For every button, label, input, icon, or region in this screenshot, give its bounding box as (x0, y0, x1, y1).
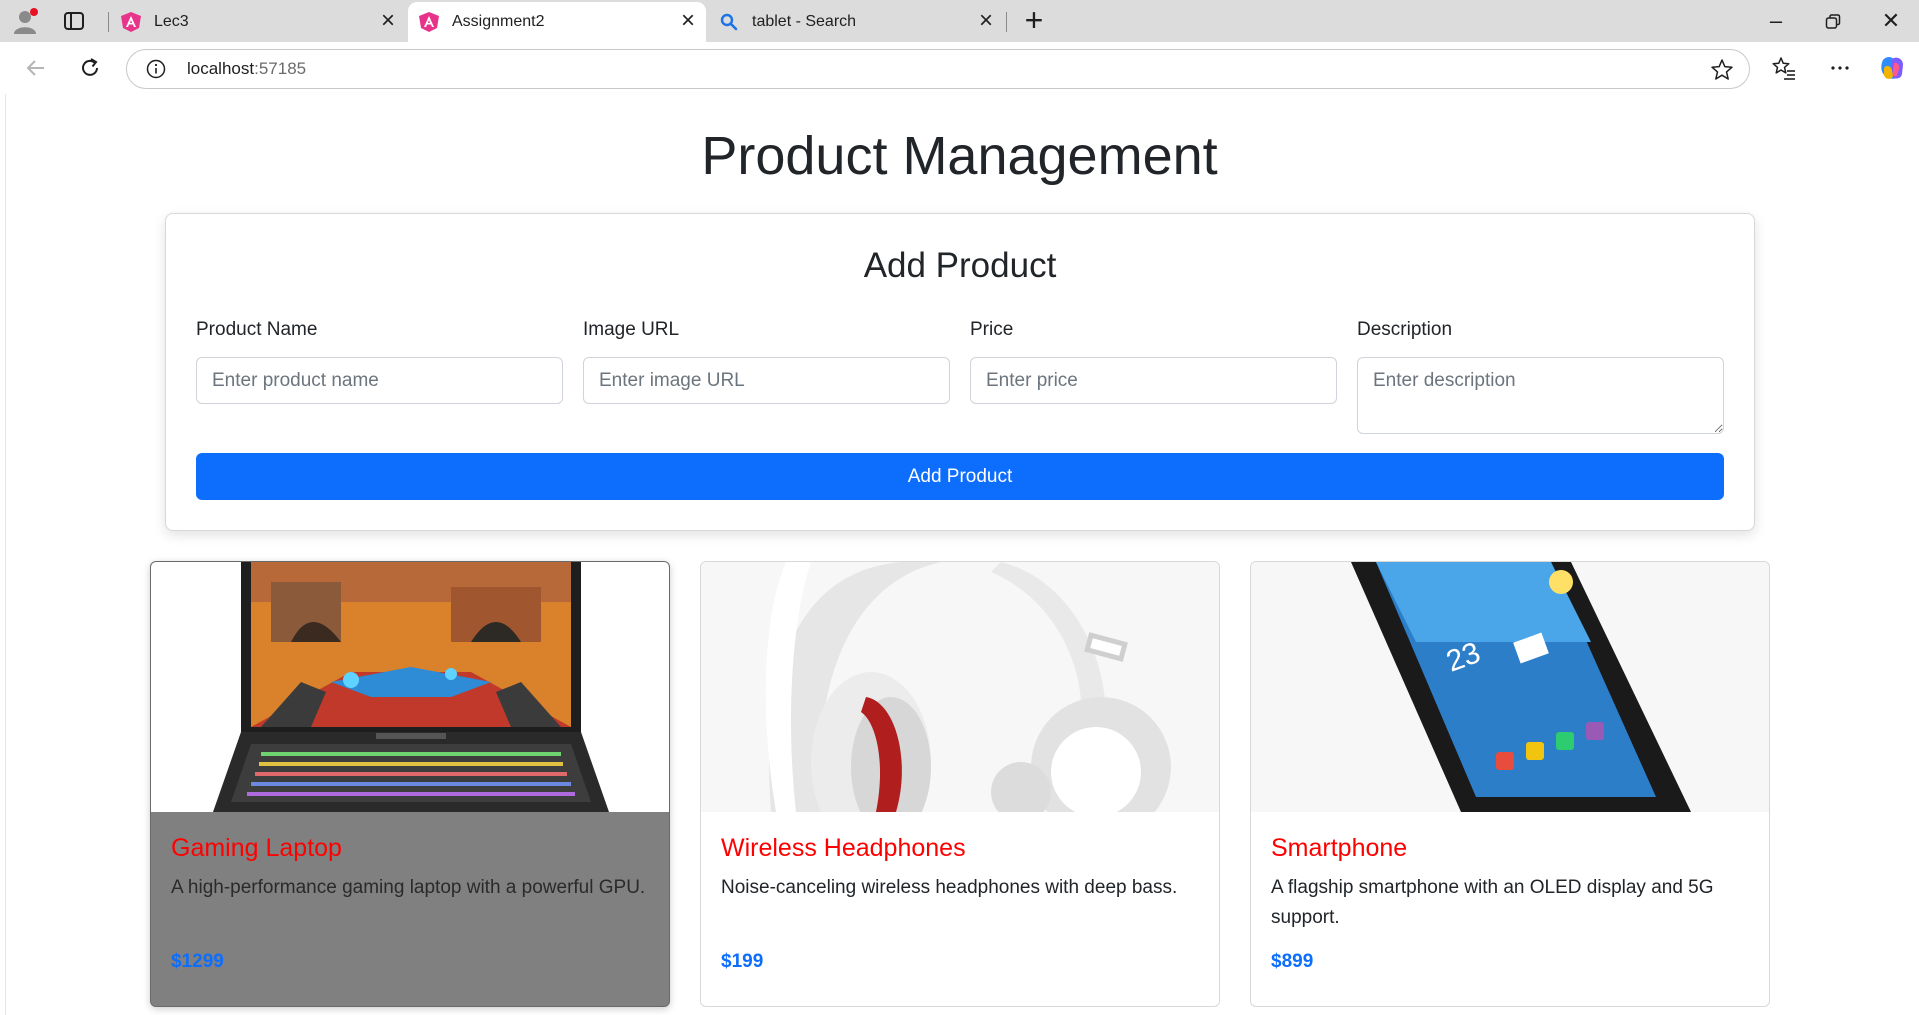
product-name: Gaming Laptop (171, 834, 342, 862)
product-description: Noise-canceling wireless headphones with… (721, 877, 1178, 898)
page-title: Product Management (701, 126, 1218, 186)
add-product-button[interactable]: Add Product (196, 453, 1724, 500)
close-window-icon[interactable]: ✕ (1876, 7, 1906, 37)
url-port: :57185 (254, 59, 307, 78)
tab-assignment2[interactable]: Assignment2 × (408, 2, 706, 42)
angular-icon (418, 11, 440, 33)
site-info-icon[interactable] (145, 58, 167, 80)
product-name-input[interactable] (196, 357, 563, 404)
product-card[interactable]: 23 Smartphone A flagship smartphone with… (1250, 561, 1770, 1007)
favorite-star-icon[interactable] (1709, 57, 1735, 83)
image-url-input[interactable] (583, 357, 950, 404)
description-textarea[interactable] (1357, 357, 1724, 434)
new-tab-icon[interactable]: + (1019, 4, 1049, 36)
tab-title: Lec3 (154, 13, 189, 30)
profile-avatar-icon[interactable] (10, 7, 40, 35)
browser-toolbar: localhost:57185 (0, 42, 1919, 94)
tab-title: tablet - Search (752, 13, 857, 30)
product-image-laptop (151, 562, 669, 812)
product-description: A flagship smartphone with an OLED displ… (1271, 877, 1714, 928)
restore-icon[interactable] (1818, 7, 1848, 37)
price-label: Price (970, 319, 1014, 340)
close-tab-icon[interactable]: × (374, 8, 402, 36)
tab-title: Assignment2 (452, 13, 545, 30)
tab-separator (108, 12, 109, 32)
favorites-icon[interactable] (1768, 52, 1800, 84)
product-card[interactable]: Gaming Laptop A high-performance gaming … (150, 561, 670, 1007)
more-options-icon[interactable] (1824, 52, 1856, 84)
product-price: $199 (721, 951, 764, 972)
tab-separator (1006, 12, 1007, 32)
price-input[interactable] (970, 357, 1337, 404)
tab-search[interactable]: tablet - Search × (708, 2, 1004, 42)
product-name: Wireless Headphones (721, 834, 966, 862)
product-price: $899 (1271, 951, 1314, 972)
refresh-icon[interactable] (74, 52, 106, 84)
close-tab-icon[interactable]: × (972, 8, 1000, 36)
product-card[interactable]: Wireless Headphones Noise-canceling wire… (700, 561, 1220, 1007)
close-tab-icon[interactable]: × (674, 8, 702, 36)
tab-actions-icon[interactable] (62, 9, 86, 33)
search-icon (718, 11, 740, 33)
url-host: localhost (187, 59, 255, 78)
product-name: Smartphone (1271, 834, 1408, 862)
minimize-icon[interactable]: – (1761, 7, 1791, 37)
tab-lec3[interactable]: Lec3 × (110, 2, 406, 42)
description-label: Description (1357, 319, 1453, 340)
product-image-headphones (701, 562, 1219, 812)
browser-tab-strip: Lec3 × Assignment2 × tablet - Search × +… (0, 0, 1919, 42)
back-icon[interactable] (20, 52, 52, 84)
copilot-icon[interactable] (1876, 52, 1908, 84)
product-name-label: Product Name (196, 319, 318, 340)
address-bar[interactable]: localhost:57185 (126, 49, 1750, 89)
url-text: localhost:57185 (187, 59, 306, 79)
angular-icon (120, 11, 142, 33)
product-image-tablet: 23 (1251, 562, 1769, 812)
add-product-form: Add Product Product Name Image URL Price… (165, 213, 1755, 531)
image-url-label: Image URL (583, 319, 680, 340)
product-price: $1299 (171, 951, 224, 972)
product-description: A high-performance gaming laptop with a … (171, 877, 646, 898)
form-title: Add Product (863, 246, 1057, 285)
